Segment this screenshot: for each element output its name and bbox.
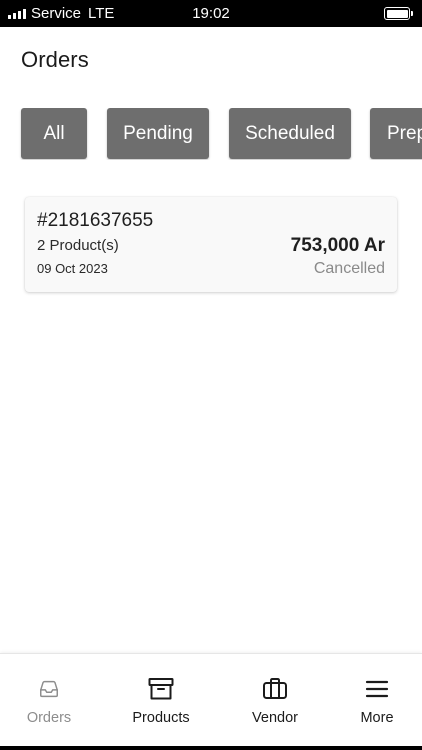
page-title: Orders	[21, 47, 89, 72]
bottom-navigation: Orders Products Vendor More	[0, 653, 422, 750]
nav-label-more: More	[360, 710, 394, 726]
nav-item-orders[interactable]: Orders	[0, 654, 99, 750]
filter-chip-scheduled[interactable]: Scheduled	[229, 108, 351, 159]
nav-item-more[interactable]: More	[327, 654, 422, 750]
nav-label-products: Products	[132, 710, 190, 726]
order-number: #2181637655	[37, 210, 154, 231]
filter-chip-all[interactable]: All	[21, 108, 87, 159]
battery-icon	[384, 7, 413, 20]
nav-item-vendor[interactable]: Vendor	[225, 654, 325, 750]
nav-label-vendor: Vendor	[252, 710, 298, 726]
battery-level	[386, 9, 408, 18]
nav-label-orders: Orders	[26, 710, 72, 726]
orders-screen: Service LTE 19:02 Orders All Pending Sch…	[0, 0, 422, 750]
inbox-icon	[38, 677, 60, 701]
order-status: Cancelled	[313, 260, 385, 277]
order-card[interactable]: #2181637655 2 Product(s) 09 Oct 2023 753…	[25, 197, 397, 292]
filter-chip-preparing[interactable]: Prep	[370, 108, 422, 159]
status-bar: Service LTE 19:02	[0, 0, 422, 27]
filter-chip-pending[interactable]: Pending	[107, 108, 209, 159]
order-filter-chips: All Pending Scheduled Prep	[0, 108, 422, 160]
briefcase-icon	[262, 677, 288, 701]
nav-item-products[interactable]: Products	[111, 654, 211, 750]
order-amount: 753,000 Ar	[290, 235, 385, 256]
menu-icon	[365, 677, 389, 701]
archive-box-icon	[148, 677, 174, 701]
order-product-count: 2 Product(s)	[37, 237, 119, 254]
order-date: 09 Oct 2023	[37, 261, 108, 276]
status-time: 19:02	[192, 5, 230, 22]
home-indicator-bar	[0, 746, 422, 750]
